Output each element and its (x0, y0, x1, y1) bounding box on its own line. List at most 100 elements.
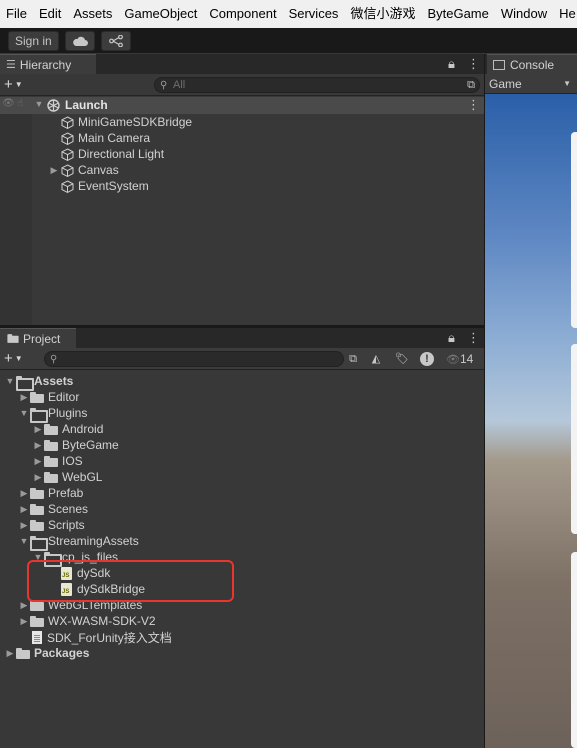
game-view[interactable] (485, 94, 577, 748)
menu-file[interactable]: File (0, 0, 33, 28)
tab-hierarchy[interactable]: ☰ Hierarchy (0, 54, 96, 74)
tab-hierarchy-label: Hierarchy (19, 57, 72, 72)
tree-item-prefab[interactable]: ▶ Prefab (18, 485, 84, 501)
pickable-hand-icon[interactable]: ☝︎ (17, 98, 23, 109)
game-ui-panel (571, 344, 577, 534)
hierarchy-search-row: + ▼ ⚲ All ⧉ (0, 74, 484, 96)
expand-arrow-icon[interactable]: ▶ (18, 600, 30, 611)
collab-button[interactable] (100, 30, 131, 51)
tree-item-android[interactable]: ▶ Android (32, 421, 104, 437)
scene-row[interactable]: 👁︎ ☝︎ ▼ Launch ⋮ (0, 97, 484, 114)
expand-arrow-icon[interactable]: ▼ (18, 536, 30, 546)
filter-by-type-icon[interactable]: ◭ (368, 351, 384, 367)
hierarchy-item-label: MiniGameSDKBridge (78, 115, 193, 129)
expand-arrow-icon[interactable]: ▶ (32, 472, 44, 483)
hierarchy-item[interactable]: Main Camera (61, 130, 150, 146)
expand-arrow-icon[interactable]: ▶ (18, 520, 30, 531)
document-icon (32, 630, 42, 644)
sign-in-button[interactable]: Sign in (8, 30, 59, 51)
tree-item-plugins[interactable]: ▼ Plugins (18, 405, 87, 423)
console-icon (493, 59, 505, 70)
hierarchy-tabbar: ☰ Hierarchy 🔒︎ ⋮ (0, 54, 484, 74)
kebab-menu-icon[interactable]: ⋮ (467, 330, 480, 346)
search-by-type-icon[interactable]: ⧉ (463, 77, 479, 93)
highlight-annotation (27, 560, 234, 602)
expand-arrow-icon[interactable]: ▶ (32, 456, 44, 467)
tree-item-streamingassets[interactable]: ▼ StreamingAssets (18, 533, 139, 551)
tab-console[interactable]: Console (487, 54, 577, 74)
collab-icon (108, 34, 123, 47)
tree-item-label: WebGL (62, 470, 103, 484)
visibility-eye-icon[interactable]: 👁︎ (2, 98, 15, 109)
tab-project[interactable]: Project (0, 328, 76, 348)
tab-project-label: Project (23, 331, 61, 346)
search-icon: ⚲ (160, 80, 168, 91)
tree-item-packages[interactable]: ▶ Packages (4, 645, 90, 661)
menu-help[interactable]: He (553, 0, 577, 28)
expand-arrow-icon[interactable]: ▼ (4, 376, 16, 386)
game-display-select[interactable]: Game ▼ (485, 74, 577, 94)
search-icon: ⚲ (50, 354, 58, 365)
menu-assets[interactable]: Assets (67, 0, 118, 28)
hierarchy-item[interactable]: Directional Light (61, 146, 164, 162)
hidden-packages-toggle[interactable]: 👁︎14 (446, 352, 473, 366)
cloud-icon (72, 36, 88, 46)
gameobject-cube-icon (61, 163, 74, 177)
tree-item-ios[interactable]: ▶ IOS (32, 453, 83, 469)
create-button[interactable]: + ▼ (4, 76, 23, 93)
search-by-type-icon[interactable]: ⧉ (345, 351, 361, 367)
lock-icon[interactable]: 🔒︎ (448, 330, 455, 346)
expand-arrow-icon[interactable]: ▶ (32, 440, 44, 451)
project-search-row: + ▼ ⚲ ⧉ ◭ 🏷︎ ! 👁︎14 (0, 348, 484, 370)
folder-open-icon (30, 407, 48, 423)
menu-wechat-minigame[interactable]: 微信小游戏 (344, 0, 421, 28)
folder-icon (44, 471, 58, 483)
folder-icon (30, 519, 44, 531)
game-ui-panel (571, 132, 577, 328)
menu-services[interactable]: Services (283, 0, 345, 28)
eye-icon: 👁︎ (446, 354, 460, 366)
tab-console-label: Console (510, 57, 555, 72)
project-search-input[interactable]: ⚲ (44, 351, 344, 367)
menu-bytegame[interactable]: ByteGame (421, 0, 494, 28)
expand-arrow-icon[interactable]: ▼ (33, 99, 45, 109)
tree-item-label: Android (62, 422, 104, 436)
hierarchy-item[interactable]: MiniGameSDKBridge (61, 114, 192, 130)
expand-arrow-icon[interactable]: ▶ (47, 165, 61, 176)
hierarchy-item[interactable]: EventSystem (61, 178, 149, 194)
cloud-button[interactable] (64, 30, 95, 51)
menu-edit[interactable]: Edit (33, 0, 67, 28)
tree-item-webgl[interactable]: ▶ WebGL (32, 469, 103, 485)
hidden-count: 14 (459, 352, 474, 366)
menu-gameobject[interactable]: GameObject (118, 0, 203, 28)
expand-arrow-icon[interactable]: ▶ (32, 424, 44, 435)
tree-item-bytegame[interactable]: ▶ ByteGame (32, 437, 119, 453)
folder-icon (30, 391, 44, 403)
scene-menu-icon[interactable]: ⋮ (467, 97, 480, 113)
tree-item-wx-wasm-sdk[interactable]: ▶ WX-WASM-SDK-V2 (18, 613, 156, 629)
warning-icon[interactable]: ! (420, 352, 434, 366)
expand-arrow-icon[interactable]: ▶ (4, 648, 16, 659)
expand-arrow-icon[interactable]: ▶ (18, 616, 30, 627)
menu-component[interactable]: Component (203, 0, 282, 28)
expand-arrow-icon[interactable]: ▼ (18, 408, 30, 418)
expand-arrow-icon[interactable]: ▶ (18, 504, 30, 515)
tree-item-label: Packages (34, 646, 90, 660)
lock-icon[interactable]: 🔒︎ (448, 56, 455, 72)
filter-by-label-icon[interactable]: 🏷︎ (394, 351, 410, 367)
expand-arrow-icon[interactable]: ▶ (18, 488, 30, 499)
create-button[interactable]: + ▼ (4, 350, 23, 367)
expand-arrow-icon[interactable]: ▶ (18, 392, 30, 403)
tree-item-sdk-doc[interactable]: SDK_ForUnity接入文档 (32, 629, 172, 645)
tree-item-scenes[interactable]: ▶ Scenes (18, 501, 89, 517)
kebab-menu-icon[interactable]: ⋮ (467, 56, 480, 72)
tree-item-scripts[interactable]: ▶ Scripts (18, 517, 85, 533)
folder-icon (30, 487, 44, 499)
tree-item-assets[interactable]: ▼ Assets (4, 373, 73, 391)
folder-open-icon (16, 375, 34, 391)
menu-window[interactable]: Window (495, 0, 553, 28)
hierarchy-search-input[interactable]: ⚲ All (154, 77, 480, 93)
hierarchy-item[interactable]: ▶ Canvas (47, 162, 119, 178)
game-panel: Console Game ▼ (485, 54, 577, 748)
tree-item-editor[interactable]: ▶ Editor (18, 389, 80, 405)
